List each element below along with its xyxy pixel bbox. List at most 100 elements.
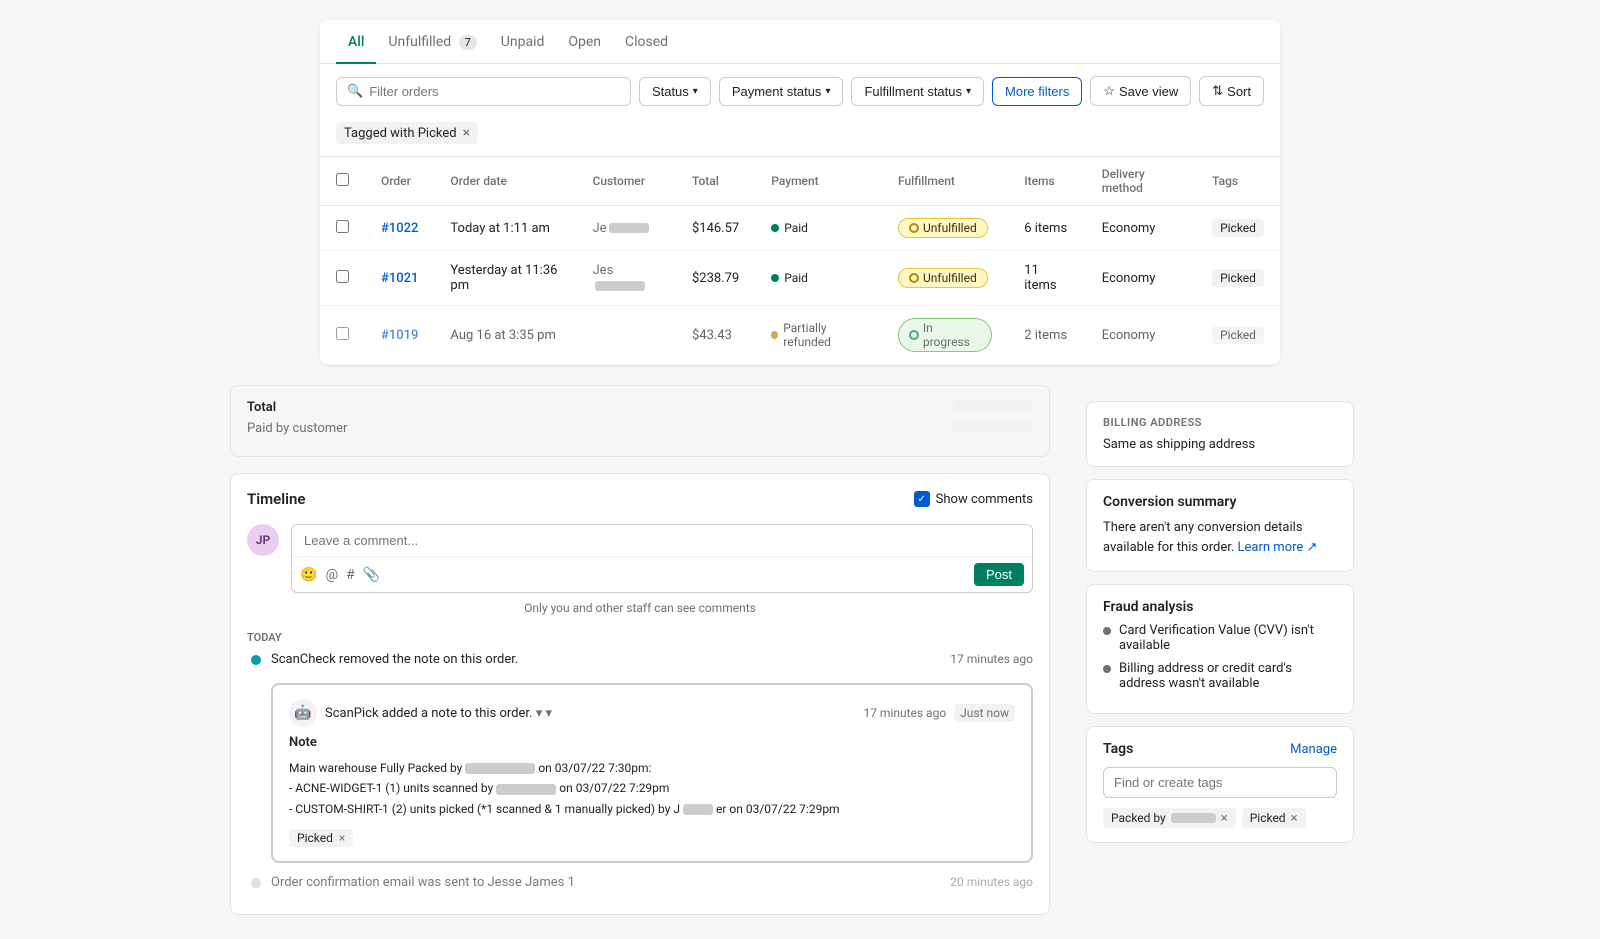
comment-input[interactable] bbox=[292, 525, 1032, 556]
tags-title: Tags bbox=[1103, 741, 1133, 757]
more-filters-button[interactable]: More filters bbox=[992, 77, 1082, 106]
emoji-icon[interactable]: 🙂 bbox=[300, 567, 317, 583]
col-customer: Customer bbox=[577, 157, 676, 206]
status-filter-button[interactable]: Status ▾ bbox=[639, 77, 711, 106]
tags-input[interactable] bbox=[1103, 767, 1337, 798]
comment-toolbar: 🙂 @ # 📎 Post bbox=[292, 556, 1032, 592]
show-comments-checkbox[interactable]: ✓ bbox=[914, 491, 930, 507]
fraud-card: Fraud analysis Card Verification Value (… bbox=[1086, 584, 1354, 714]
remove-picked-tag[interactable]: × bbox=[339, 831, 345, 845]
avatar: JP bbox=[247, 524, 279, 556]
tab-unpaid[interactable]: Unpaid bbox=[489, 20, 557, 64]
billing-address-card: BILLING ADDRESS Same as shipping address bbox=[1086, 401, 1354, 467]
star-icon: ☆ bbox=[1103, 83, 1115, 99]
tab-all[interactable]: All bbox=[336, 20, 376, 64]
order-tag: Picked bbox=[1196, 306, 1280, 365]
dropdown-arrow[interactable]: ▾ bbox=[536, 706, 543, 721]
sort-icon: ⇅ bbox=[1212, 83, 1223, 99]
tags-header: Tags Manage bbox=[1103, 741, 1337, 757]
note-title: Note bbox=[289, 735, 1015, 750]
learn-more-link[interactable]: Learn more ↗ bbox=[1238, 540, 1318, 555]
staff-note: Only you and other staff can see comment… bbox=[247, 601, 1033, 615]
comment-box: JP 🙂 @ # 📎 Post bbox=[247, 524, 1033, 593]
manage-tags-link[interactable]: Manage bbox=[1290, 742, 1337, 757]
timeline-event-confirmation: Order confirmation email was sent to Jes… bbox=[247, 875, 1033, 890]
note-content: Main warehouse Fully Packed by on 03/07/… bbox=[289, 758, 1015, 819]
tab-closed[interactable]: Closed bbox=[613, 20, 680, 64]
edit-arrow[interactable]: ▾ bbox=[545, 706, 552, 721]
remove-tag-packed-button[interactable]: × bbox=[1221, 812, 1228, 825]
payment-status: Paid bbox=[755, 251, 882, 306]
unfulfilled-badge: 7 bbox=[459, 35, 477, 50]
select-all-checkbox[interactable] bbox=[336, 173, 349, 186]
table-row: #1021 Yesterday at 11:36 pm Jes $238.79 … bbox=[320, 251, 1280, 306]
fraud-item-2: Billing address or credit card's address… bbox=[1103, 661, 1337, 691]
tags-card: Tags Manage Packed by × Picked × bbox=[1086, 726, 1354, 843]
row-checkbox[interactable] bbox=[336, 270, 349, 283]
item-count: 6 items bbox=[1008, 206, 1086, 251]
active-filters: Tagged with Picked × bbox=[320, 118, 1280, 156]
total-section: Total Paid by customer bbox=[230, 385, 1050, 457]
customer-name bbox=[577, 306, 676, 365]
post-comment-button[interactable]: Post bbox=[974, 563, 1024, 586]
show-comments-toggle[interactable]: ✓ Show comments bbox=[914, 491, 1033, 507]
applied-tags: Packed by × Picked × bbox=[1103, 808, 1337, 828]
row-checkbox[interactable] bbox=[336, 220, 349, 233]
scan-added-text: ScanPick added a note to this order. ▾ ▾ bbox=[325, 706, 855, 721]
customer-name: Je bbox=[577, 206, 676, 251]
order-number[interactable]: #1022 bbox=[381, 221, 418, 236]
fulfillment-status: In progress bbox=[882, 306, 1008, 365]
item-count: 2 items bbox=[1008, 306, 1086, 365]
search-bar: 🔍 bbox=[336, 77, 631, 106]
fraud-title: Fraud analysis bbox=[1103, 599, 1337, 615]
fraud-dot bbox=[1103, 665, 1111, 673]
applied-tag-packed: Packed by × bbox=[1103, 808, 1236, 828]
save-view-button[interactable]: ☆ Save view bbox=[1090, 76, 1191, 106]
scan-note-event: 🤖 ScanPick added a note to this order. ▾… bbox=[271, 683, 1033, 863]
paid-by-label: Paid by customer bbox=[247, 421, 347, 436]
conversion-title: Conversion summary bbox=[1103, 494, 1337, 510]
col-items: Items bbox=[1008, 157, 1086, 206]
just-now-badge: Just now bbox=[954, 704, 1015, 722]
order-number[interactable]: #1019 bbox=[381, 328, 418, 343]
timeline-dot bbox=[251, 878, 261, 888]
total-label: Total bbox=[247, 400, 276, 415]
applied-tag-picked: Picked × bbox=[1242, 808, 1306, 828]
chevron-down-icon: ▾ bbox=[693, 86, 698, 97]
col-delivery: Delivery method bbox=[1086, 157, 1196, 206]
tab-open[interactable]: Open bbox=[556, 20, 613, 64]
delivery-method: Economy bbox=[1086, 306, 1196, 365]
timeline-dot bbox=[251, 655, 261, 665]
tab-unfulfilled[interactable]: Unfulfilled 7 bbox=[376, 20, 488, 64]
scan-icon: 🤖 bbox=[289, 699, 317, 727]
attachment-icon[interactable]: 📎 bbox=[363, 567, 380, 583]
timeline-event: ScanCheck removed the note on this order… bbox=[247, 652, 1033, 667]
chevron-down-icon: ▾ bbox=[825, 86, 830, 97]
tagged-with-filter: Tagged with Picked × bbox=[336, 122, 478, 144]
row-checkbox[interactable] bbox=[336, 327, 349, 340]
picked-tag: Picked × bbox=[289, 829, 353, 847]
search-input[interactable] bbox=[369, 84, 620, 99]
delivery-method: Economy bbox=[1086, 206, 1196, 251]
sort-button[interactable]: ⇅ Sort bbox=[1199, 76, 1264, 106]
table-row: #1019 Aug 16 at 3:35 pm $43.43 Partially… bbox=[320, 306, 1280, 365]
fraud-dot bbox=[1103, 627, 1111, 635]
order-number[interactable]: #1021 bbox=[381, 271, 418, 286]
fulfillment-status-filter-button[interactable]: Fulfillment status ▾ bbox=[851, 77, 984, 106]
mention-icon[interactable]: @ bbox=[325, 567, 338, 583]
remove-filter-button[interactable]: × bbox=[463, 125, 470, 141]
customer-name: Jes bbox=[577, 251, 676, 306]
payment-status-filter-button[interactable]: Payment status ▾ bbox=[719, 77, 844, 106]
order-tag: Picked bbox=[1196, 251, 1280, 306]
billing-text: Same as shipping address bbox=[1103, 437, 1337, 452]
order-tabs: All Unfulfilled 7 Unpaid Open Closed bbox=[320, 20, 1280, 64]
fraud-item-1: Card Verification Value (CVV) isn't avai… bbox=[1103, 623, 1337, 653]
remove-tag-picked-button[interactable]: × bbox=[1291, 812, 1298, 825]
delivery-method: Economy bbox=[1086, 251, 1196, 306]
comment-tools: 🙂 @ # 📎 bbox=[300, 567, 380, 583]
conversion-card: Conversion summary There aren't any conv… bbox=[1086, 479, 1354, 572]
scan-time: 17 minutes ago bbox=[863, 706, 946, 720]
col-tags: Tags bbox=[1196, 157, 1280, 206]
hashtag-icon[interactable]: # bbox=[346, 567, 355, 583]
order-total: $43.43 bbox=[676, 306, 755, 365]
